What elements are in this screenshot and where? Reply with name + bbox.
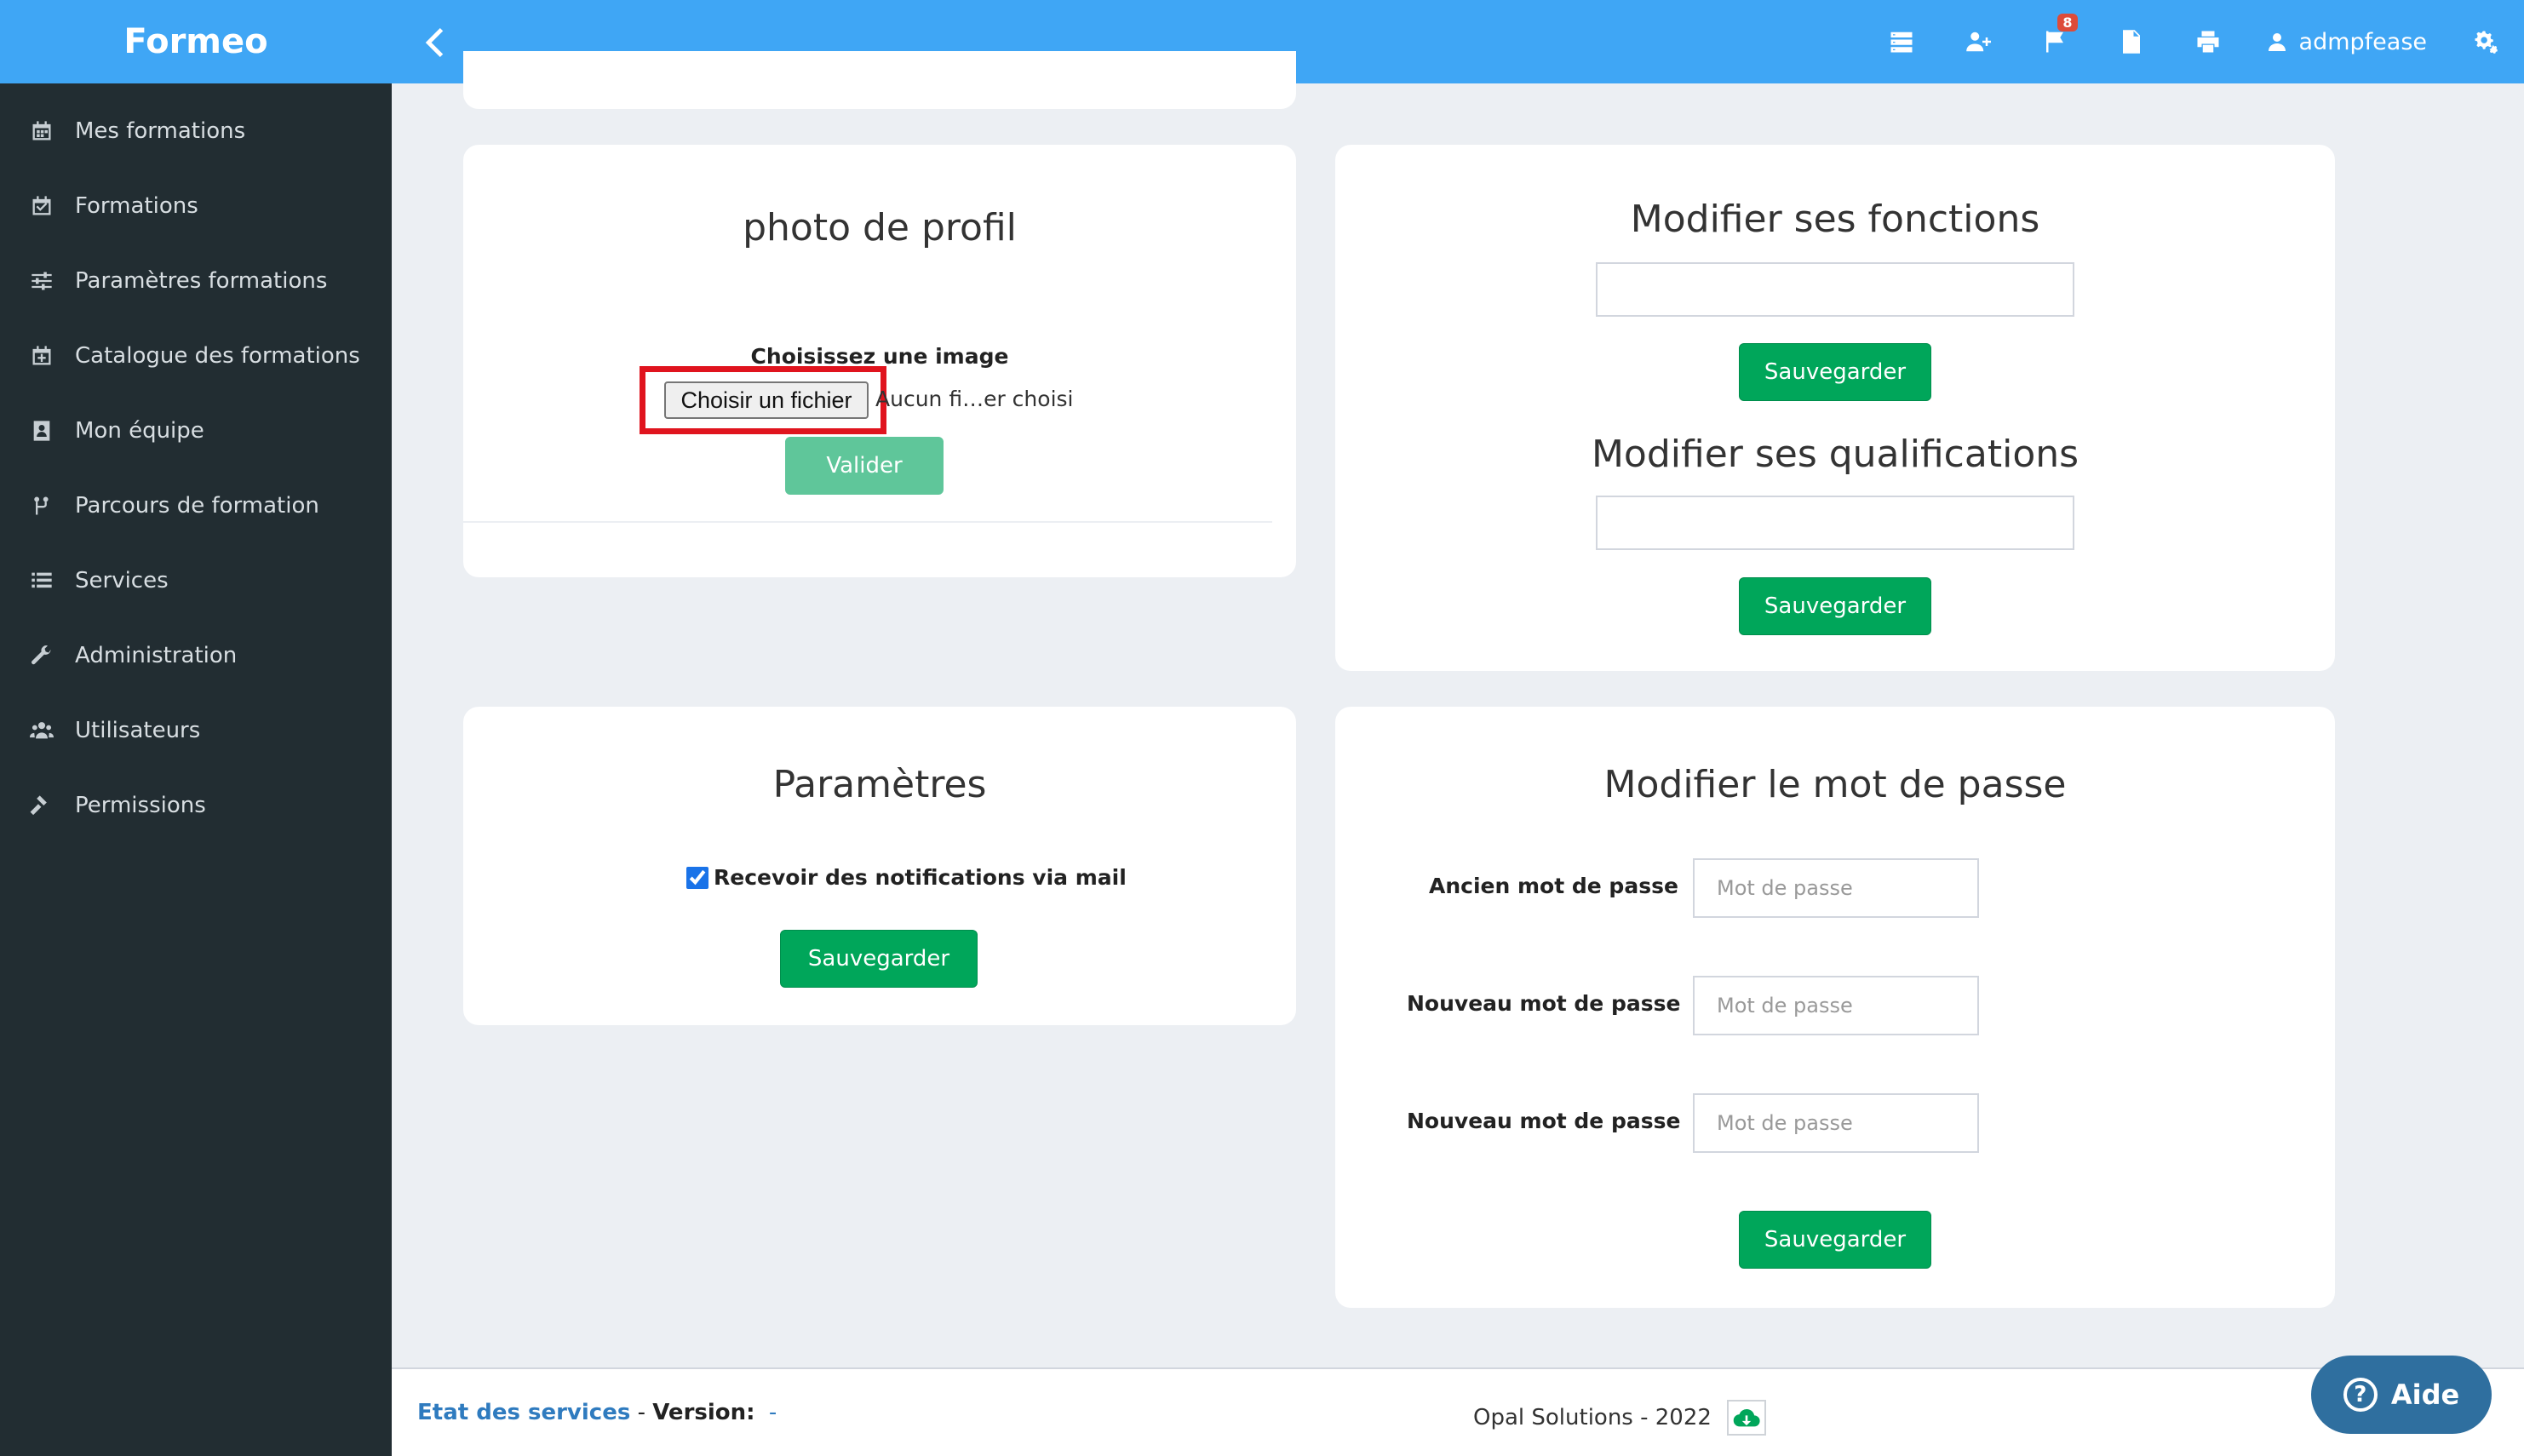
calendar-plus-icon <box>29 343 54 369</box>
notifications-button[interactable]: 8 <box>2016 0 2093 83</box>
cloud-download-button[interactable] <box>1726 1400 1766 1436</box>
service-status-link[interactable]: Etat des services <box>417 1400 630 1425</box>
choose-file-button[interactable]: Choisir un fichier <box>664 381 869 419</box>
new-password-label: Nouveau mot de passe <box>1407 991 1681 1016</box>
gears-icon <box>2475 31 2498 54</box>
print-button[interactable] <box>2170 0 2246 83</box>
footer: Etat des services - Version: - Opal Solu… <box>392 1367 2524 1456</box>
sidebar-item-services[interactable]: Services <box>0 543 392 618</box>
sidebar-item-label: Administration <box>75 643 238 668</box>
tasks-button[interactable] <box>1863 0 1940 83</box>
functions-input[interactable] <box>1596 262 2074 317</box>
old-password-input[interactable]: Mot de passe <box>1693 858 1979 918</box>
sidebar-item-label: Mes formations <box>75 118 246 144</box>
settings-card: Paramètres Recevoir des notifications vi… <box>463 707 1296 1025</box>
profile-photo-card: photo de profil Choisissez une image Cho… <box>463 145 1296 577</box>
sidebar-item-utilisateurs[interactable]: Utilisateurs <box>0 693 392 768</box>
file-status-text: Aucun fi…er choisi <box>875 387 1074 411</box>
version-value[interactable]: - <box>769 1400 777 1425</box>
print-icon <box>2197 31 2219 53</box>
confirm-password-input[interactable]: Mot de passe <box>1693 1093 1979 1153</box>
sidebar-toggle-button[interactable] <box>416 24 453 61</box>
user-icon <box>2268 33 2286 51</box>
notification-badge: 8 <box>2057 14 2078 32</box>
sidebar-item-parcours[interactable]: Parcours de formation <box>0 468 392 543</box>
version-label: Version: <box>652 1400 755 1425</box>
server-icon <box>1890 32 1913 53</box>
functions-card: Modifier ses fonctions Sauvegarder Modif… <box>1335 145 2335 671</box>
profile-photo-title: photo de profil <box>743 206 1017 249</box>
calendar-icon <box>29 118 54 144</box>
save-qualifications-button[interactable]: Sauvegarder <box>1739 577 1931 635</box>
brand-logo[interactable]: Formeo <box>0 0 392 83</box>
confirm-password-label: Nouveau mot de passe <box>1407 1109 1681 1133</box>
save-settings-button[interactable]: Sauvegarder <box>780 930 978 988</box>
copyright-text: Opal Solutions - 2022 <box>1473 1405 1712 1430</box>
sidebar-item-label: Utilisateurs <box>75 718 201 743</box>
notification-checkbox-row: Recevoir des notifications via mail <box>686 865 1127 890</box>
users-icon <box>29 718 54 743</box>
choose-image-label: Choisissez une image <box>750 344 1009 369</box>
address-book-icon <box>29 418 54 444</box>
sidebar: Formeo Mes formations Formations Paramèt… <box>0 0 392 1456</box>
sidebar-item-mes-formations[interactable]: Mes formations <box>0 94 392 169</box>
flag-icon <box>2045 31 2063 53</box>
question-icon: ? <box>2343 1378 2378 1412</box>
sidebar-menu: Mes formations Formations Paramètres for… <box>0 83 392 843</box>
user-plus-icon <box>1965 32 1991 52</box>
gavel-icon <box>29 793 54 818</box>
code-fork-icon <box>29 493 54 519</box>
validate-button[interactable]: Valider <box>785 437 944 495</box>
help-label: Aide <box>2390 1379 2460 1411</box>
sliders-icon <box>29 268 54 294</box>
sidebar-item-permissions[interactable]: Permissions <box>0 768 392 843</box>
partial-card-top <box>463 51 1296 109</box>
sidebar-item-label: Parcours de formation <box>75 493 319 519</box>
sidebar-item-administration[interactable]: Administration <box>0 618 392 693</box>
sidebar-item-label: Formations <box>75 193 198 219</box>
cloud-download-icon <box>1733 1408 1760 1427</box>
inner-divider <box>463 521 1272 523</box>
sidebar-item-label: Mon équipe <box>75 418 204 444</box>
help-button[interactable]: ? Aide <box>2311 1356 2492 1434</box>
password-title: Modifier le mot de passe <box>1603 763 2067 806</box>
qualifications-title: Modifier ses qualifications <box>1591 433 2079 476</box>
wrench-icon <box>29 643 54 668</box>
sidebar-item-label: Services <box>75 568 169 593</box>
notification-checkbox[interactable] <box>686 866 708 889</box>
sidebar-item-label: Catalogue des formations <box>75 343 360 369</box>
notification-checkbox-label: Recevoir des notifications via mail <box>714 865 1127 890</box>
sidebar-item-catalogue[interactable]: Catalogue des formations <box>0 318 392 393</box>
old-password-label: Ancien mot de passe <box>1429 874 1678 898</box>
navbar-icons: 8 admpfease <box>1863 0 2524 83</box>
footer-left: Etat des services - Version: - <box>417 1400 777 1425</box>
sidebar-item-mon-equipe[interactable]: Mon équipe <box>0 393 392 468</box>
file-icon <box>2122 30 2140 54</box>
username: admpfease <box>2298 28 2427 55</box>
add-user-button[interactable] <box>1940 0 2016 83</box>
save-password-button[interactable]: Sauvegarder <box>1739 1211 1931 1269</box>
password-card: Modifier le mot de passe Ancien mot de p… <box>1335 707 2335 1308</box>
sidebar-item-label: Paramètres formations <box>75 268 328 294</box>
qualifications-input[interactable] <box>1596 496 2074 550</box>
settings-title: Paramètres <box>772 763 987 806</box>
calendar-check-icon <box>29 193 54 219</box>
footer-separator: - <box>637 1400 653 1425</box>
new-password-input[interactable]: Mot de passe <box>1693 976 1979 1035</box>
list-icon <box>29 568 54 593</box>
sidebar-item-formations[interactable]: Formations <box>0 169 392 244</box>
sidebar-item-parametres-formations[interactable]: Paramètres formations <box>0 244 392 318</box>
functions-title: Modifier ses fonctions <box>1630 198 2040 241</box>
user-menu[interactable]: admpfease <box>2246 0 2447 83</box>
save-functions-button[interactable]: Sauvegarder <box>1739 343 1931 401</box>
chevron-left-icon <box>425 28 444 57</box>
footer-center: Opal Solutions - 2022 <box>1473 1400 1766 1436</box>
documents-button[interactable] <box>2093 0 2170 83</box>
settings-button[interactable] <box>2447 0 2524 83</box>
sidebar-item-label: Permissions <box>75 793 206 818</box>
